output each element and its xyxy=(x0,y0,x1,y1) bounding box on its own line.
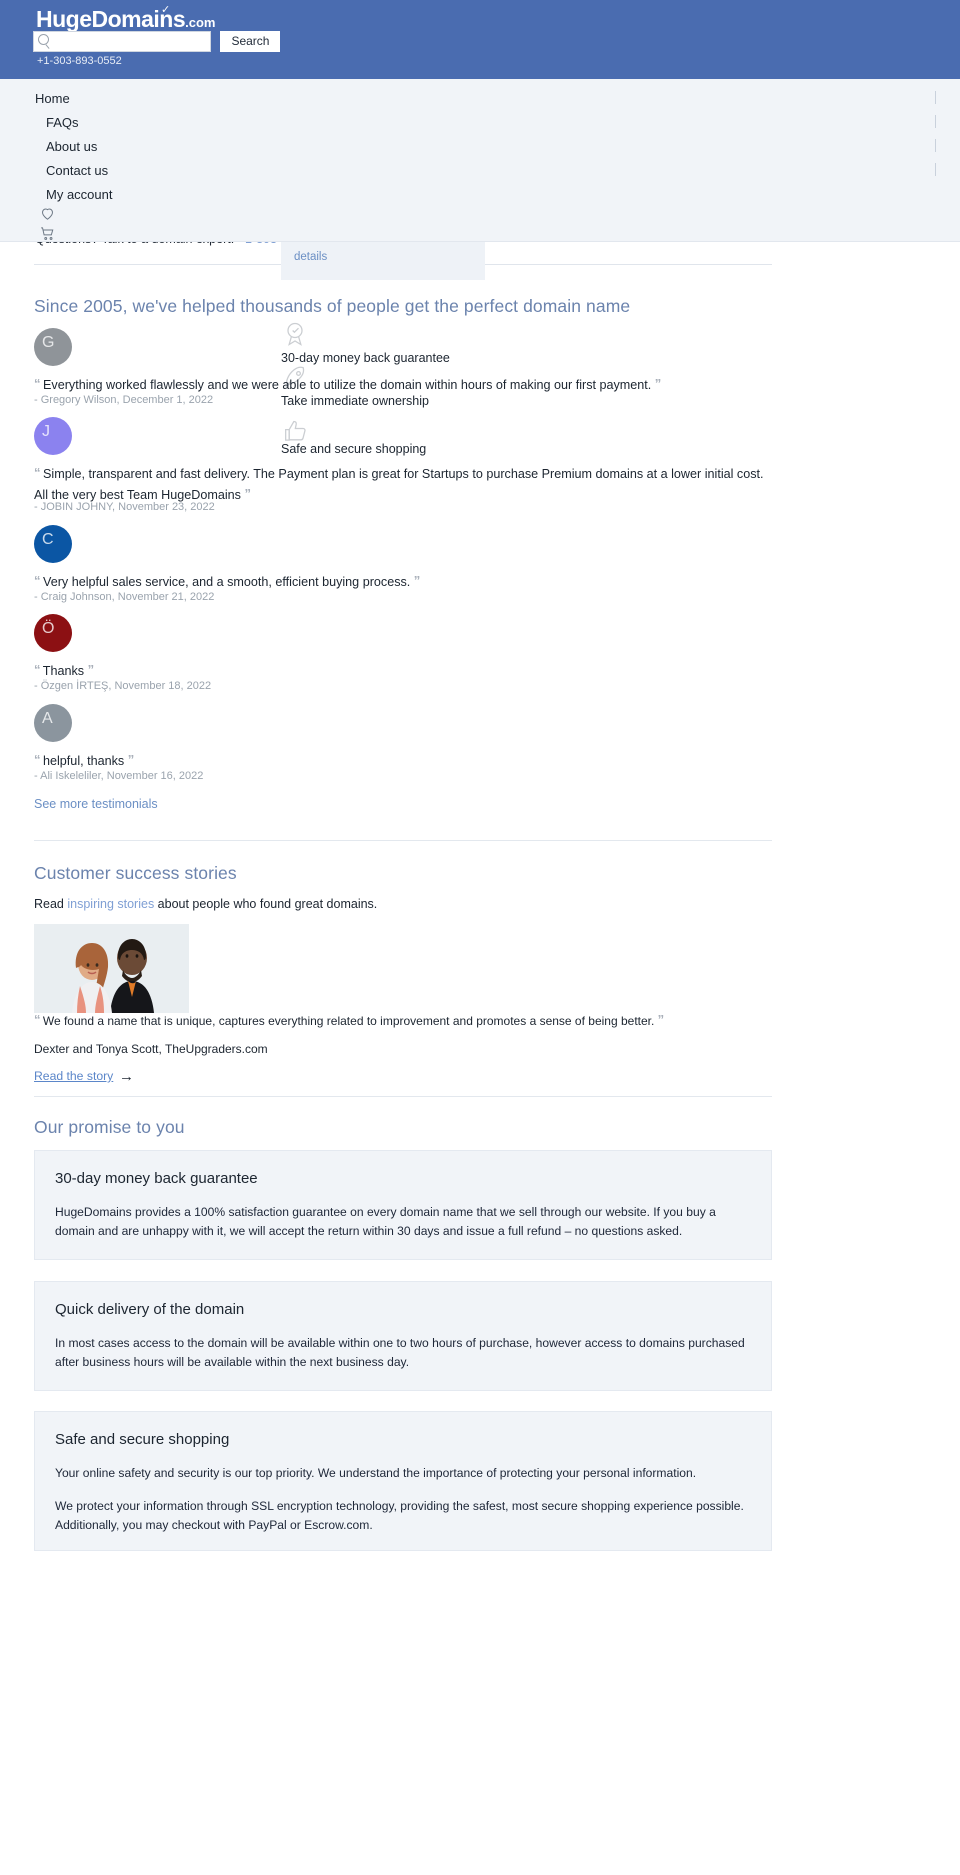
testimonial-text: Simple, transparent and fast delivery. T… xyxy=(34,467,764,502)
quote-open-icon: “ xyxy=(34,752,40,767)
quote-close-icon: ” xyxy=(413,573,420,588)
promise-heading: Our promise to you xyxy=(34,1117,185,1137)
promise-card-title: Safe and secure shopping xyxy=(55,1431,230,1448)
subtext-after: about people who found great domains. xyxy=(154,897,378,911)
nav-rule xyxy=(935,115,936,128)
quote-close-icon: ” xyxy=(127,752,134,767)
section-divider xyxy=(34,840,772,841)
quote-open-icon: “ xyxy=(34,662,40,677)
testimonial-text: Very helpful sales service, and a smooth… xyxy=(43,575,411,589)
nav-item-contact-us[interactable]: Contact us xyxy=(46,163,108,178)
testimonial-text: helpful, thanks xyxy=(43,754,125,768)
promise-card-title: Quick delivery of the domain xyxy=(55,1301,245,1318)
testimonial-quote: “ Thanks ” xyxy=(34,660,774,681)
testimonial-author: - Gregory Wilson, December 1, 2022 xyxy=(34,394,214,406)
promise-paragraph: In most cases access to the domain will … xyxy=(55,1336,745,1369)
nav-rule xyxy=(935,139,936,152)
story-quote-text: We found a name that is unique, captures… xyxy=(42,1014,655,1028)
testimonial-author: - Özgen İRTEŞ, November 18, 2022 xyxy=(34,680,212,692)
cart-icon[interactable] xyxy=(39,225,56,247)
page-title: Since 2005, we've helped thousands of pe… xyxy=(34,296,631,316)
avatar: G xyxy=(34,328,72,366)
testimonial-author: - Craig Johnson, November 21, 2022 xyxy=(34,591,215,603)
quote-open-icon: “ xyxy=(34,376,40,391)
testimonial-quote: “ Very helpful sales service, and a smoo… xyxy=(34,571,774,592)
promise-card-body: Your online safety and security is our t… xyxy=(55,1464,751,1535)
logo-tld: .com xyxy=(185,15,216,30)
quote-close-icon: ” xyxy=(654,376,661,391)
section-divider xyxy=(34,1096,772,1097)
avatar: A xyxy=(34,704,72,742)
testimonial-quote: “ Everything worked flawlessly and we we… xyxy=(34,374,774,395)
search-button[interactable]: Search xyxy=(220,31,281,52)
benefit-label: Take immediate ownership xyxy=(281,394,429,408)
testimonial-text: Everything worked flawlessly and we were… xyxy=(43,378,652,392)
promise-card-body: In most cases access to the domain will … xyxy=(55,1334,751,1372)
success-stories-subtext: Read inspiring stories about people who … xyxy=(34,897,377,911)
site-header: HugeDomains.com ✓ Search +1-303-893-0552 xyxy=(0,0,960,79)
avatar: J xyxy=(34,417,72,455)
promise-paragraph: We protect your information through SSL … xyxy=(55,1499,744,1532)
success-story-quote: “ We found a name that is unique, captur… xyxy=(34,1012,664,1028)
mobile-nav-panel: Home FAQs About us Contact us My account xyxy=(0,79,960,242)
search-area: Search xyxy=(33,31,281,52)
nav-item-home[interactable]: Home xyxy=(35,91,70,106)
success-stories-heading: Customer success stories xyxy=(34,863,237,883)
site-logo[interactable]: HugeDomains.com ✓ xyxy=(36,4,216,31)
testimonial-quote: “ helpful, thanks ” xyxy=(34,750,774,771)
quote-open-icon: “ xyxy=(34,465,40,480)
benefit-label: Safe and secure shopping xyxy=(281,442,427,456)
read-the-story-link[interactable]: Read the story xyxy=(34,1069,113,1083)
success-story-photo xyxy=(34,924,189,1013)
search-input[interactable] xyxy=(33,31,211,52)
nav-rule xyxy=(935,91,936,104)
promise-paragraph: Your online safety and security is our t… xyxy=(55,1466,697,1480)
promise-paragraph: HugeDomains provides a 100% satisfaction… xyxy=(55,1205,716,1238)
nav-rule xyxy=(935,163,936,176)
check-mark-icon: ✓ xyxy=(161,4,170,16)
promise-card: Safe and secure shopping Your online saf… xyxy=(34,1411,772,1551)
quote-open-icon: “ xyxy=(34,573,40,588)
success-story-byline: Dexter and Tonya Scott, TheUpgraders.com xyxy=(34,1042,268,1056)
nav-item-my-account[interactable]: My account xyxy=(46,187,112,202)
promise-card: Quick delivery of the domain In most cas… xyxy=(34,1281,772,1391)
arrow-right-icon: → xyxy=(119,1068,134,1085)
quote-close-icon: ” xyxy=(657,1012,664,1027)
promise-card: 30-day money back guarantee HugeDomains … xyxy=(34,1150,772,1260)
promise-card-body: HugeDomains provides a 100% satisfaction… xyxy=(55,1203,751,1241)
nav-item-faqs[interactable]: FAQs xyxy=(46,115,79,130)
award-badge-icon xyxy=(281,320,309,348)
testimonial-author: - JOBIN JOHNY, November 23, 2022 xyxy=(34,501,215,513)
promise-card-title: 30-day money back guarantee xyxy=(55,1170,258,1187)
nav-item-about-us[interactable]: About us xyxy=(46,139,97,154)
testimonial-text: Thanks xyxy=(42,664,85,678)
details-link[interactable]: details xyxy=(294,251,327,263)
details-popup[interactable]: details xyxy=(281,238,485,280)
avatar: C xyxy=(34,525,72,563)
quote-close-icon: ” xyxy=(87,662,94,677)
heart-icon[interactable] xyxy=(39,205,56,227)
see-more-testimonials-link[interactable]: See more testimonials xyxy=(34,797,158,811)
testimonial-quote: “ Simple, transparent and fast delivery.… xyxy=(34,463,774,505)
header-phone[interactable]: +1-303-893-0552 xyxy=(37,55,122,67)
avatar: Ö xyxy=(34,614,72,652)
quote-close-icon: ” xyxy=(244,486,250,501)
inspiring-stories-link[interactable]: inspiring stories xyxy=(67,897,154,911)
testimonial-author: - Ali Iskeleliler, November 16, 2022 xyxy=(34,770,204,782)
subtext-before: Read xyxy=(34,897,68,911)
quote-open-icon: “ xyxy=(34,1012,40,1027)
